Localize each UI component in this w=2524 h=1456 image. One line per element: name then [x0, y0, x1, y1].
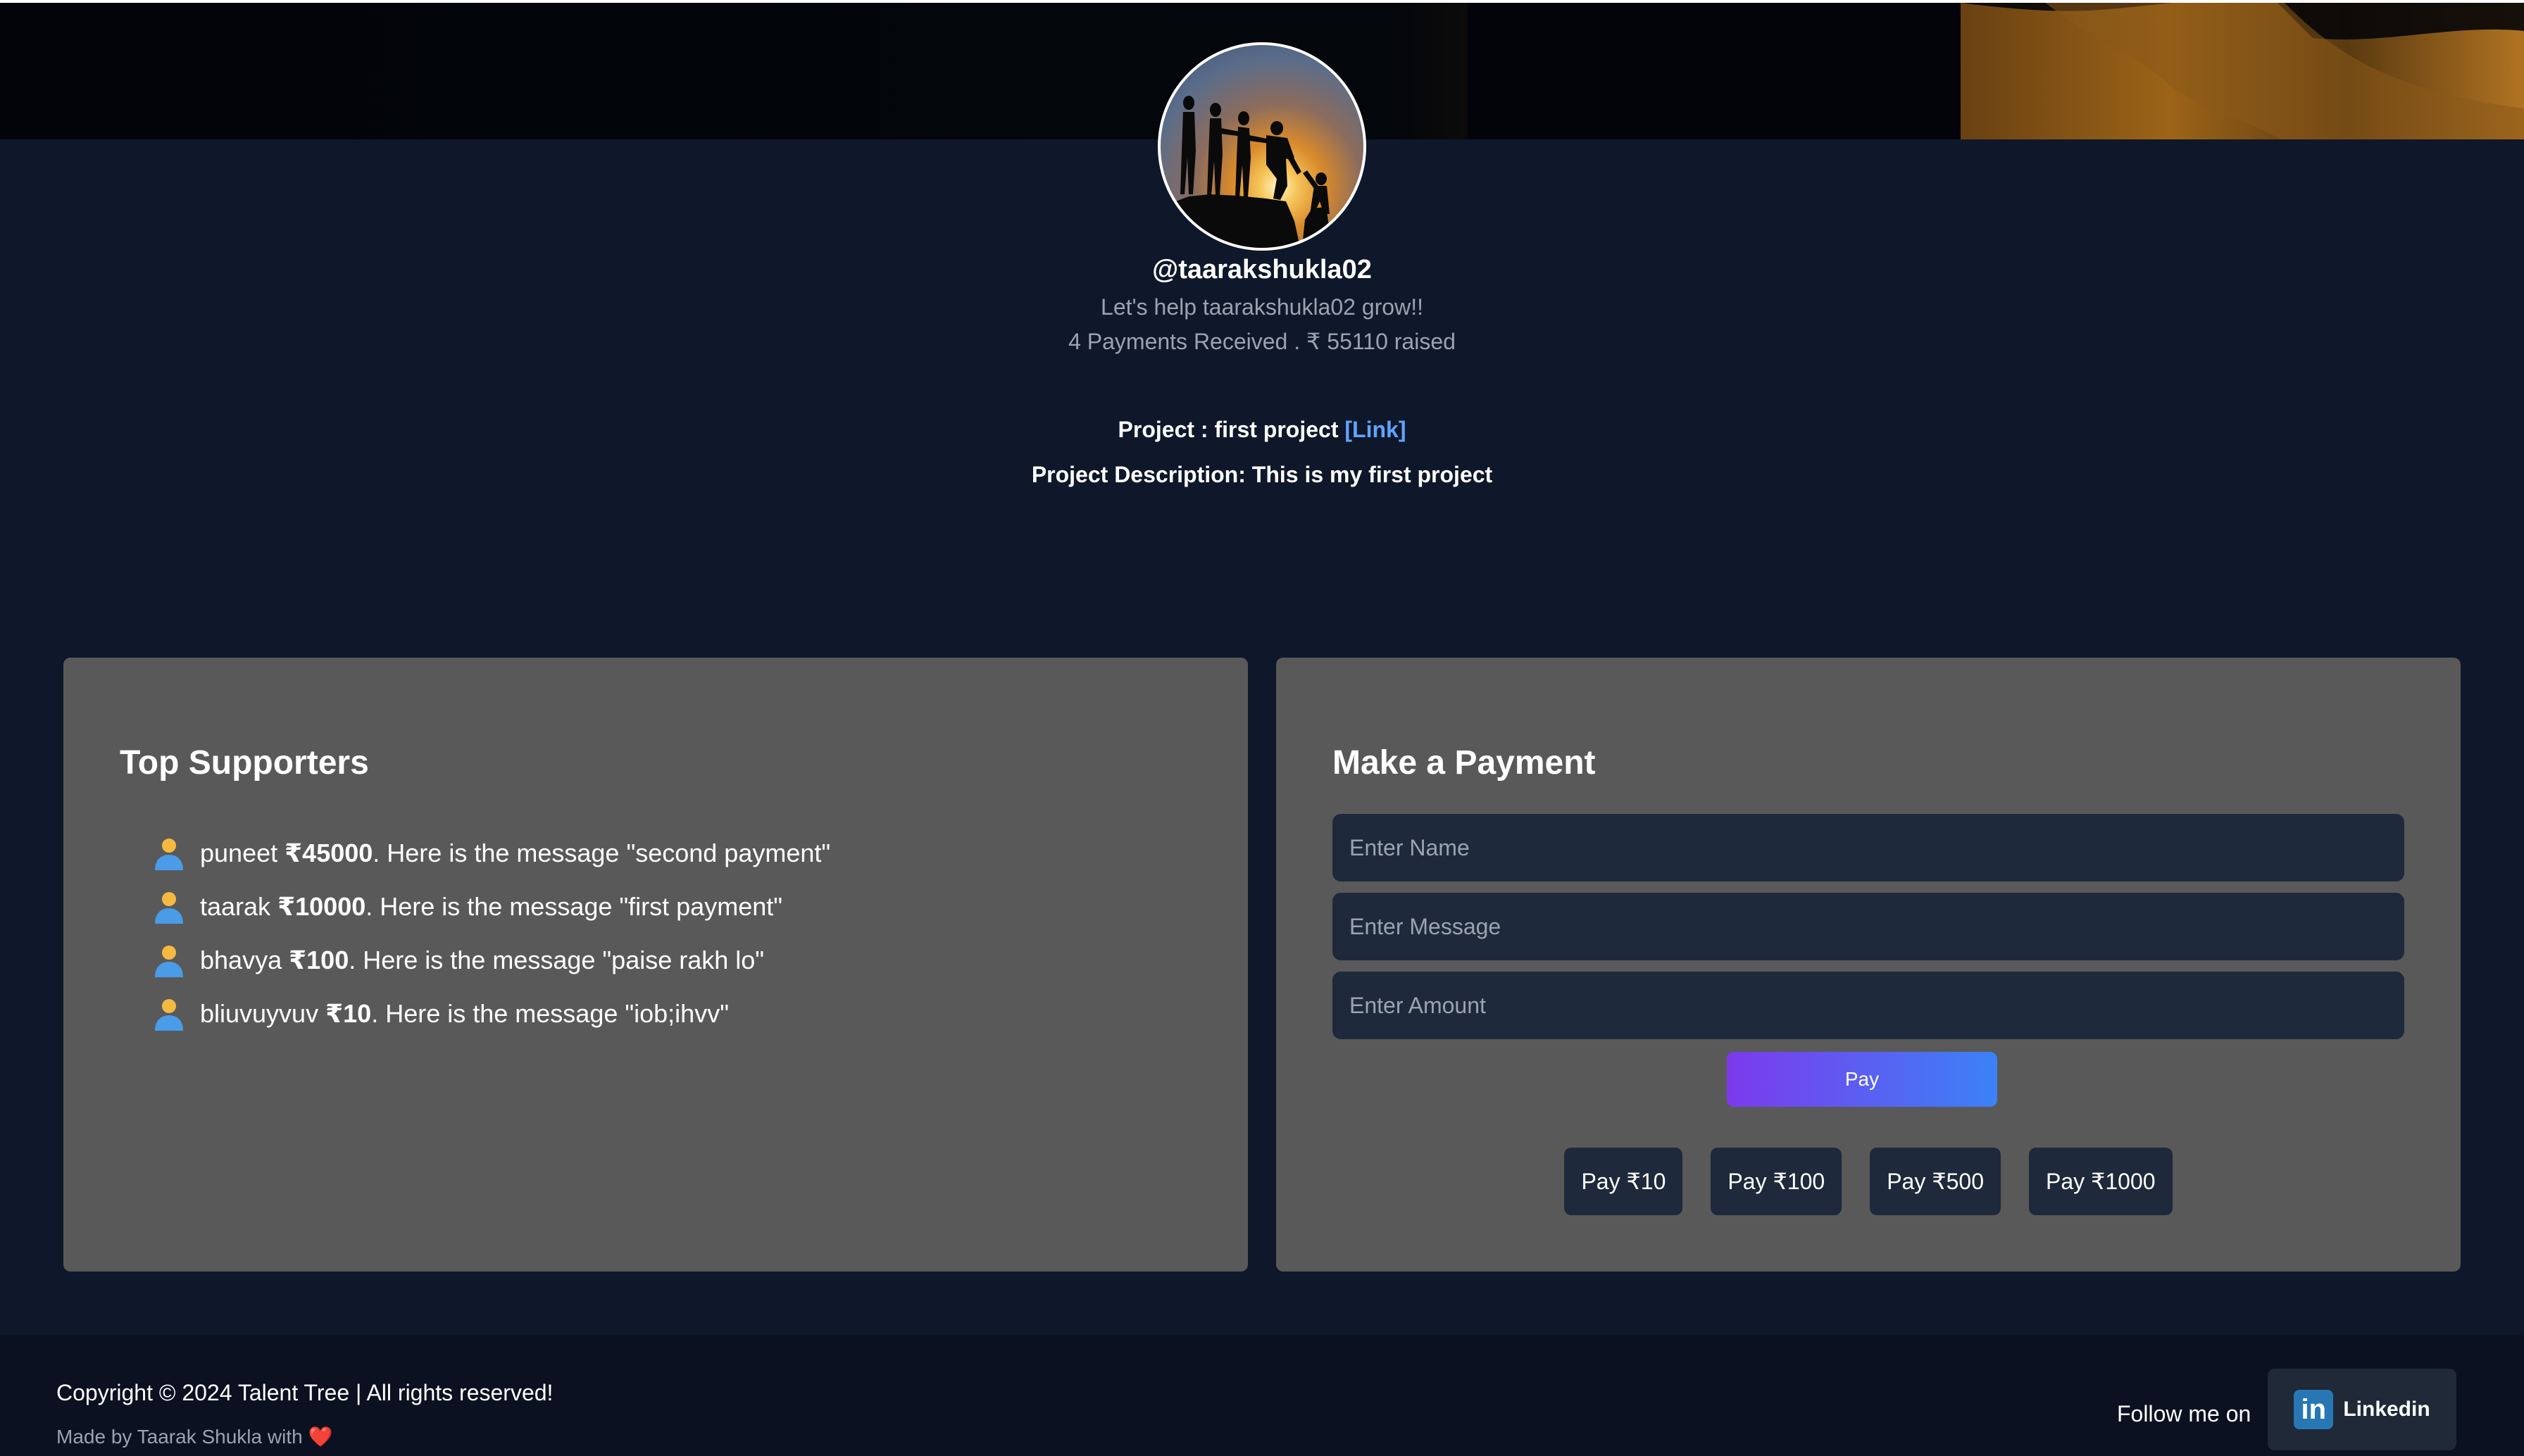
project-title-text: Project : first project — [1118, 417, 1345, 442]
supporter-name: puneet — [200, 839, 278, 867]
made-by-text: Made by Taarak Shukla with ❤️ — [56, 1425, 332, 1448]
top-supporters-card: Top Supporters puneet ₹45000. Here is th… — [63, 658, 1248, 1272]
footer: Copyright © 2024 Talent Tree | All right… — [0, 1335, 2524, 1456]
supporter-amount: ₹45000 — [285, 839, 373, 867]
supporter-amount: ₹100 — [289, 946, 349, 974]
pay-500-button[interactable]: Pay ₹500 — [1870, 1148, 2001, 1215]
name-input[interactable] — [1332, 814, 2404, 881]
supporter-amount: ₹10000 — [277, 892, 366, 921]
message-input[interactable] — [1332, 893, 2404, 960]
pay-100-button[interactable]: Pay ₹100 — [1711, 1148, 1842, 1215]
supporter-message: . Here is the message "paise rakh lo" — [349, 946, 765, 974]
supporter-name: bhavya — [200, 946, 282, 974]
pay-10-button[interactable]: Pay ₹10 — [1564, 1148, 1683, 1215]
people-helping-climb-icon — [1161, 96, 1332, 248]
supporter-message: . Here is the message "second payment" — [373, 839, 831, 867]
supporter-name: taarak — [200, 892, 271, 921]
made-by-label: Made by Taarak Shukla with — [56, 1426, 308, 1448]
supporter-item: puneet ₹45000. Here is the message "seco… — [151, 827, 830, 880]
pay-button[interactable]: Pay — [1727, 1052, 1997, 1107]
project-title: Project : first project [Link] — [0, 417, 2524, 443]
make-payment-card: Make a Payment Pay Pay ₹10 Pay ₹100 Pay … — [1276, 658, 2461, 1272]
linkedin-icon: in — [2294, 1390, 2334, 1429]
follow-text: Follow me on — [2117, 1401, 2251, 1426]
profile-avatar — [1158, 42, 1366, 251]
amount-input[interactable] — [1332, 972, 2404, 1039]
supporter-amount: ₹10 — [325, 999, 372, 1028]
linkedin-button[interactable]: in Linkedin — [2268, 1369, 2456, 1450]
supporter-list: puneet ₹45000. Here is the message "seco… — [151, 827, 830, 1041]
linkedin-label: Linkedin — [2343, 1398, 2430, 1421]
payment-stats: 4 Payments Received . ₹ 55110 raised — [1068, 329, 1456, 354]
person-icon — [155, 892, 183, 924]
heart-icon: ❤️ — [308, 1426, 333, 1448]
supporter-message: . Here is the message "first payment" — [366, 892, 783, 921]
supporter-item: bhavya ₹100. Here is the message "paise … — [151, 934, 830, 987]
quick-pay-group: Pay ₹10 Pay ₹100 Pay ₹500 Pay ₹1000 — [1276, 1148, 2461, 1215]
person-icon — [155, 839, 183, 870]
supporter-item: bliuvuyvuv ₹10. Here is the message "iob… — [151, 987, 830, 1041]
copyright-text: Copyright © 2024 Talent Tree | All right… — [56, 1380, 554, 1405]
top-supporters-title: Top Supporters — [120, 744, 369, 782]
project-description: Project Description: This is my first pr… — [1031, 462, 1493, 487]
person-icon — [155, 946, 183, 977]
page: @taarakshukla02 Let's help taarakshukla0… — [0, 0, 2524, 1456]
make-payment-title: Make a Payment — [1332, 744, 1596, 782]
profile-tagline: Let's help taarakshukla02 grow!! — [1101, 294, 1423, 320]
pay-1000-button[interactable]: Pay ₹1000 — [2028, 1148, 2173, 1215]
profile-username: @taarakshukla02 — [1152, 255, 1372, 284]
project-link[interactable]: [Link] — [1344, 417, 1406, 442]
supporter-item: taarak ₹10000. Here is the message "firs… — [151, 880, 830, 934]
cover-rock-silhouette — [1468, 3, 2524, 139]
supporter-name: bliuvuyvuv — [200, 999, 319, 1028]
supporter-message: . Here is the message "iob;ihvv" — [371, 999, 729, 1028]
person-icon — [155, 999, 183, 1031]
